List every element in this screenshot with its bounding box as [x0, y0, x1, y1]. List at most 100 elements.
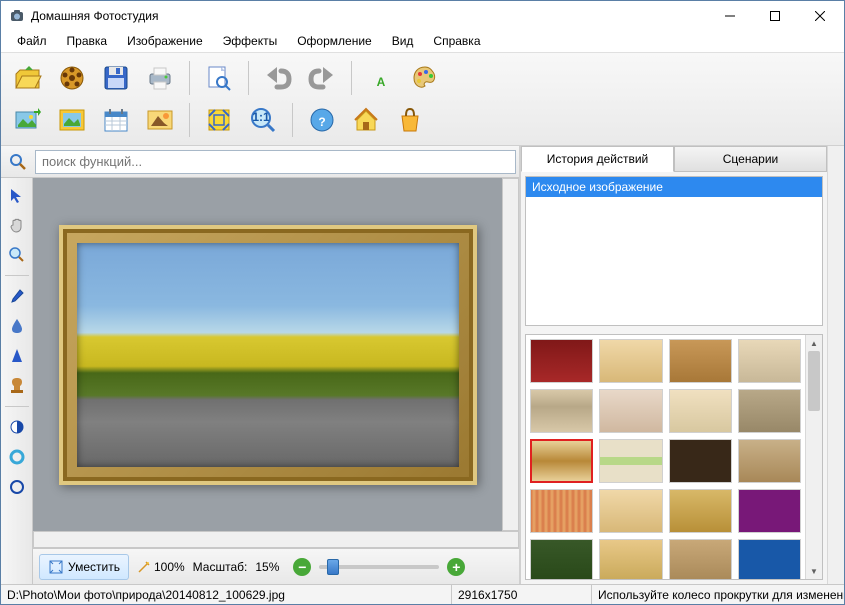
frame-thumb[interactable]	[599, 539, 662, 579]
frame-thumb[interactable]	[669, 339, 732, 383]
text-button[interactable]: A	[360, 59, 402, 97]
frame-thumb[interactable]	[599, 389, 662, 433]
menubar: Файл Правка Изображение Эффекты Оформлен…	[1, 31, 844, 53]
a100-button[interactable]: 100%	[137, 560, 185, 574]
search-input[interactable]	[35, 150, 516, 174]
svg-text:A: A	[377, 75, 386, 89]
fit-icon	[48, 559, 64, 575]
scroll-up-icon[interactable]: ▲	[806, 335, 822, 351]
search-icon[interactable]	[4, 149, 32, 175]
new-image-button[interactable]	[7, 101, 49, 139]
frame-thumb[interactable]	[530, 389, 593, 433]
close-button[interactable]	[797, 2, 842, 30]
frame-thumb[interactable]	[738, 439, 801, 483]
frame-thumb[interactable]	[738, 489, 801, 533]
toolbar-row-2: 1:1 ?	[7, 99, 838, 141]
stamp-tool[interactable]	[4, 373, 30, 399]
tab-history[interactable]: История действий	[521, 146, 674, 172]
frame-thumb[interactable]	[530, 489, 593, 533]
eyedropper-tool[interactable]	[4, 283, 30, 309]
arrow-tool[interactable]	[4, 182, 30, 208]
zoom-tool[interactable]	[4, 242, 30, 268]
menu-file[interactable]: Файл	[7, 31, 57, 52]
save-button[interactable]	[95, 59, 137, 97]
contrast-tool[interactable]	[4, 414, 30, 440]
vertical-toolbar	[1, 178, 33, 584]
circle-tool[interactable]	[4, 474, 30, 500]
hand-tool[interactable]	[4, 212, 30, 238]
menu-design[interactable]: Оформление	[287, 31, 381, 52]
menu-view[interactable]: Вид	[382, 31, 424, 52]
menu-help[interactable]: Справка	[423, 31, 490, 52]
frame-thumb-selected[interactable]	[530, 439, 593, 483]
palette-button[interactable]	[404, 59, 446, 97]
blur-tool[interactable]	[4, 313, 30, 339]
app-window: Домашняя Фотостудия Файл Правка Изображе…	[0, 0, 845, 605]
left-pane: Уместить 100% Масштаб: 15% − +	[1, 146, 521, 584]
frame-thumb[interactable]	[738, 339, 801, 383]
history-item[interactable]: Исходное изображение	[526, 177, 822, 197]
searchbar	[1, 146, 519, 178]
crop-button[interactable]	[198, 101, 240, 139]
tabs: История действий Сценарии	[521, 146, 827, 172]
scroll-thumb[interactable]	[808, 351, 820, 411]
menu-edit[interactable]: Правка	[57, 31, 118, 52]
menu-image[interactable]: Изображение	[117, 31, 213, 52]
right-pane: История действий Сценарии Исходное изобр…	[521, 146, 844, 584]
wand-icon	[137, 560, 151, 574]
svg-text:1:1: 1:1	[252, 110, 270, 124]
content-area: Уместить 100% Масштаб: 15% − +	[1, 146, 844, 584]
minimize-button[interactable]	[707, 2, 752, 30]
frame-thumb[interactable]	[738, 389, 801, 433]
window-controls	[707, 2, 842, 30]
status-hint: Используйте колесо прокрутки для изменен…	[592, 585, 844, 604]
page-zoom-button[interactable]	[198, 59, 240, 97]
tab-scenarios[interactable]: Сценарии	[674, 146, 827, 171]
frame-thumb[interactable]	[599, 439, 662, 483]
image-button[interactable]	[51, 101, 93, 139]
canvas-wrap: Уместить 100% Масштаб: 15% − +	[33, 178, 519, 584]
scroll-down-icon[interactable]: ▼	[806, 563, 822, 579]
frame-thumb[interactable]	[669, 389, 732, 433]
status-path: D:\Photo\Мои фото\природа\20140812_10062…	[1, 585, 452, 604]
history-list[interactable]: Исходное изображение	[525, 176, 823, 326]
calendar-button[interactable]	[95, 101, 137, 139]
frame-thumb[interactable]	[599, 489, 662, 533]
frame-thumb[interactable]	[599, 339, 662, 383]
menu-effects[interactable]: Эффекты	[213, 31, 288, 52]
zoom-in-button[interactable]: +	[447, 558, 465, 576]
canvas-scrollbar-v[interactable]	[502, 178, 519, 531]
sharpen-tool[interactable]	[4, 343, 30, 369]
svg-text:?: ?	[318, 115, 325, 129]
redo-button[interactable]	[301, 59, 343, 97]
maximize-button[interactable]	[752, 2, 797, 30]
ring-tool[interactable]	[4, 444, 30, 470]
help-button[interactable]: ?	[301, 101, 343, 139]
film-button[interactable]	[51, 59, 93, 97]
canvas[interactable]	[33, 178, 502, 531]
canvas-scrollbar-h[interactable]	[33, 531, 519, 548]
frame-thumb[interactable]	[738, 539, 801, 579]
open-button[interactable]	[7, 59, 49, 97]
postcard-button[interactable]	[139, 101, 181, 139]
titlebar: Домашняя Фотостудия	[1, 1, 844, 31]
frame-thumb[interactable]	[530, 339, 593, 383]
frames-panel: ▲ ▼	[525, 334, 823, 580]
work-row: Уместить 100% Масштаб: 15% − +	[1, 178, 519, 584]
zoom-slider-thumb[interactable]	[327, 559, 339, 575]
print-button[interactable]	[139, 59, 181, 97]
zoom-out-button[interactable]: −	[293, 558, 311, 576]
home-button[interactable]	[345, 101, 387, 139]
undo-button[interactable]	[257, 59, 299, 97]
frame-thumb[interactable]	[530, 539, 593, 579]
frame-thumb[interactable]	[669, 439, 732, 483]
right-pane-scrollbar[interactable]	[827, 146, 844, 584]
scale-label: Масштаб:	[193, 560, 248, 574]
zoom-1to1-button[interactable]: 1:1	[242, 101, 284, 139]
frame-thumb[interactable]	[669, 489, 732, 533]
frames-scrollbar[interactable]: ▲ ▼	[805, 335, 822, 579]
shop-button[interactable]	[389, 101, 431, 139]
zoom-slider[interactable]	[319, 565, 439, 569]
fit-button[interactable]: Уместить	[39, 554, 129, 580]
frame-thumb[interactable]	[669, 539, 732, 579]
